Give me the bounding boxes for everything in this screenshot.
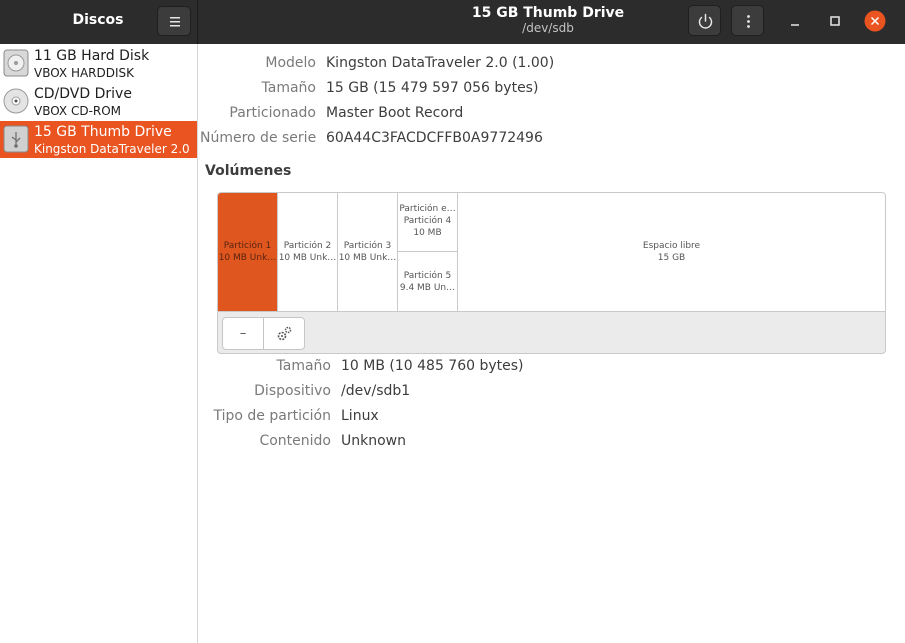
partition-size: 10 MB Unk… <box>218 253 277 263</box>
partition-label: Partición 4 <box>403 216 452 226</box>
power-off-button[interactable] <box>688 5 721 36</box>
delete-partition-button[interactable]: – <box>222 317 264 350</box>
menu-button[interactable] <box>157 6 191 36</box>
partition-size-value: 10 MB (10 485 760 bytes) <box>341 358 524 374</box>
usb-drive-icon <box>3 125 29 153</box>
hard-disk-icon <box>3 49 29 77</box>
partition-label: Partición 3 <box>343 241 392 251</box>
drive-model: Kingston DataTraveler 2.0 <box>34 142 190 156</box>
partition-size: 15 GB <box>657 253 686 263</box>
partition-size: 10 MB <box>413 228 442 238</box>
partitioning-value: Master Boot Record <box>326 105 464 121</box>
device-value: /dev/sdb1 <box>341 383 411 399</box>
drive-model: VBOX HARDDISK <box>34 66 135 80</box>
window-subtitle: /dev/sdb <box>522 21 574 35</box>
close-icon <box>864 10 886 32</box>
model-label: Modelo <box>265 55 316 71</box>
contents-value: Unknown <box>341 433 406 449</box>
drive-name: CD/DVD Drive <box>34 86 132 102</box>
device-label: Dispositivo <box>254 383 331 399</box>
partitioning-label: Particionado <box>229 105 316 121</box>
volumes-heading: Volúmenes <box>205 163 292 179</box>
drive-item-hard-disk[interactable]: 11 GB Hard Disk VBOX HARDDISK <box>0 45 197 82</box>
drive-name: 15 GB Thumb Drive <box>34 124 172 140</box>
partition-label: Partición 1 <box>223 241 272 251</box>
window-title: 15 GB Thumb Drive <box>471 5 625 21</box>
partition-size-label: Tamaño <box>276 358 331 374</box>
partition-size: 9.4 MB Un… <box>399 282 456 293</box>
maximize-icon <box>830 16 840 26</box>
gears-icon <box>277 326 292 341</box>
partition-5[interactable]: Partición 5 9.4 MB Un… <box>398 252 458 311</box>
partition-label: Partición 5 <box>403 270 452 281</box>
drive-list-sidebar: 11 GB Hard Disk VBOX HARDDISK CD/DVD Dri… <box>0 44 198 643</box>
minimize-button[interactable] <box>784 10 806 32</box>
partition-size: 10 MB Unk… <box>278 253 337 263</box>
hamburger-menu-icon <box>170 17 180 27</box>
power-icon <box>698 13 713 29</box>
drive-model: VBOX CD-ROM <box>34 104 122 118</box>
size-label: Tamaño <box>261 80 316 96</box>
drive-item-cd-dvd[interactable]: CD/DVD Drive VBOX CD-ROM <box>0 83 197 120</box>
drive-item-thumb-drive[interactable]: 15 GB Thumb Drive Kingston DataTraveler … <box>0 121 197 158</box>
model-value: Kingston DataTraveler 2.0 (1.00) <box>326 55 555 71</box>
partition-label: Partición 2 <box>283 241 332 251</box>
partition-1[interactable]: Partición 1 10 MB Unk… <box>218 193 278 311</box>
partition-type-value: Linux <box>341 408 379 424</box>
close-button[interactable] <box>864 10 886 32</box>
volumes-panel: Partición 1 10 MB Unk… Partición 2 10 MB U… <box>217 192 886 354</box>
maximize-button[interactable] <box>824 10 846 32</box>
header-bar: Discos 15 GB Thumb Drive /dev/sdb <box>0 0 905 44</box>
serial-value: 60A44C3FACDCFFB0A9772496 <box>326 130 543 146</box>
partition-label: Espacio libre <box>642 241 701 251</box>
drive-name: 11 GB Hard Disk <box>34 48 150 64</box>
free-space[interactable]: Espacio libre 15 GB <box>458 193 885 311</box>
vertical-ellipsis-icon <box>747 15 750 28</box>
partition-size: 10 MB Unk… <box>338 253 397 263</box>
optical-disc-icon <box>3 88 29 114</box>
partition-2[interactable]: Partición 2 10 MB Unk… <box>278 193 338 311</box>
minimize-icon <box>791 24 799 26</box>
partition-settings-button[interactable] <box>263 317 305 350</box>
partition-type-label: Tipo de partición <box>213 408 332 424</box>
size-value: 15 GB (15 479 597 056 bytes) <box>326 80 539 96</box>
partition-map: Partición 1 10 MB Unk… Partición 2 10 MB U… <box>218 193 885 312</box>
contents-label: Contenido <box>259 433 331 449</box>
partition-3[interactable]: Partición 3 10 MB Unk… <box>338 193 398 311</box>
partition-label: Partición e… <box>399 204 456 214</box>
serial-label: Número de serie <box>200 130 317 146</box>
sidebar-header: Discos <box>0 0 198 44</box>
drive-options-button[interactable] <box>731 5 764 36</box>
extended-partition[interactable]: Partición e… Partición 4 10 MB <box>398 193 458 252</box>
